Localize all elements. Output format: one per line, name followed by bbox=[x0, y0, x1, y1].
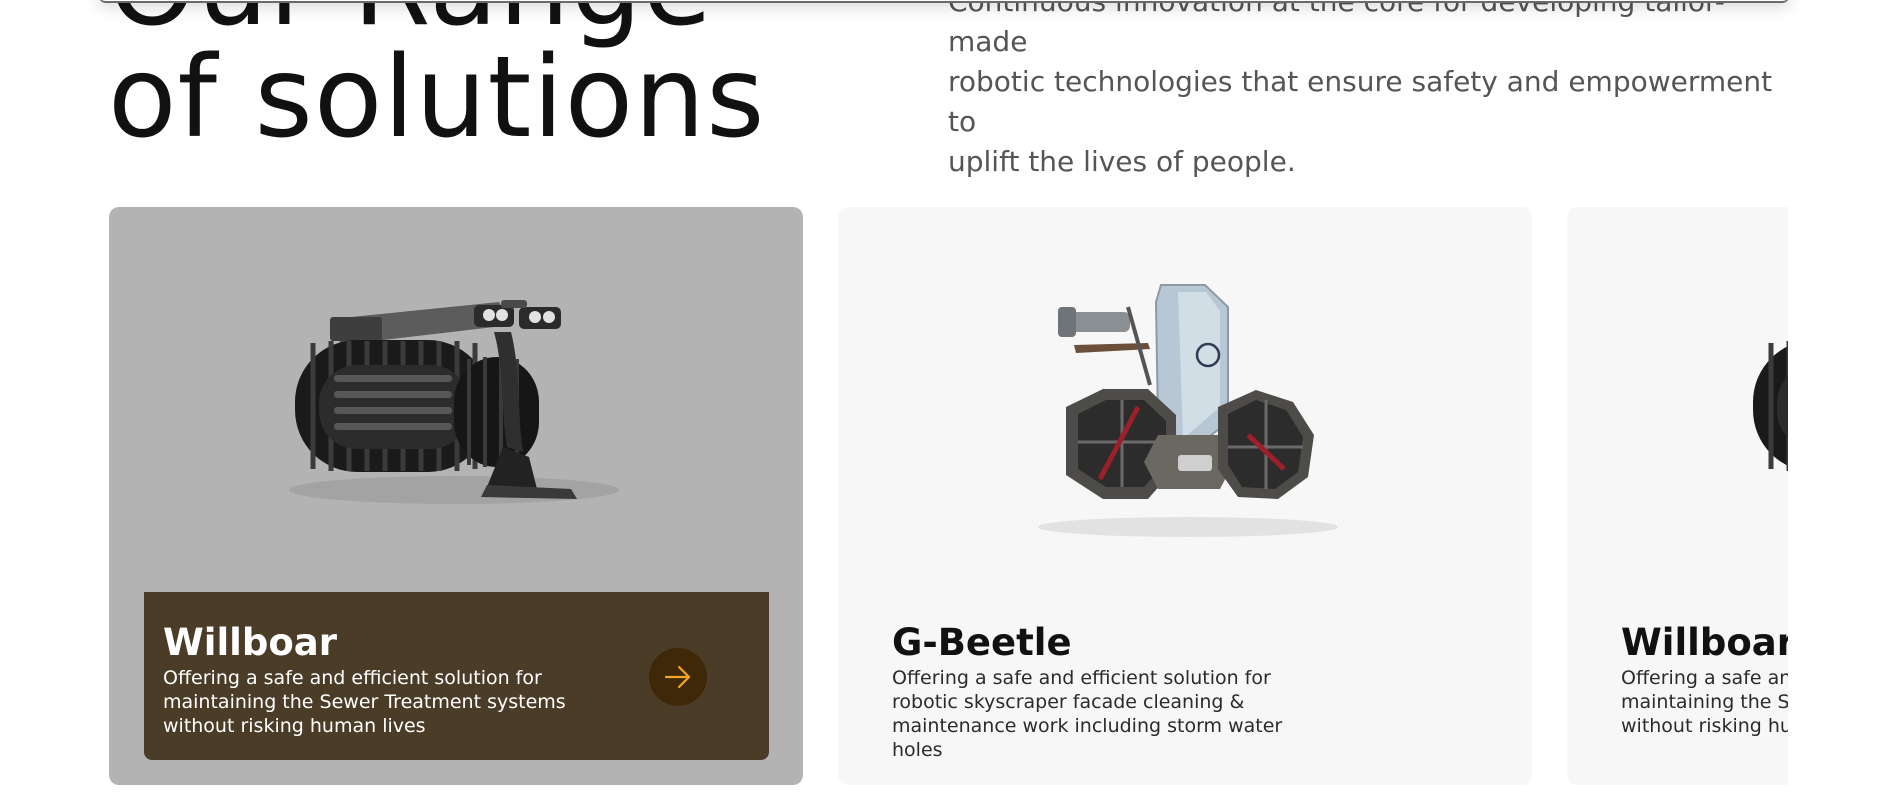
intro-line-1: Continuous innovation at the core for de… bbox=[948, 0, 1725, 58]
solution-card-g-beetle[interactable]: G-Beetle Offering a safe and efficient s… bbox=[838, 207, 1532, 785]
facade-cleaning-robot-image bbox=[1038, 284, 1338, 537]
solution-card-willboar-2[interactable]: Willboar Offering a safe and efficient s… bbox=[1567, 207, 1788, 785]
card-description-line-3: without risking human lives bbox=[163, 715, 426, 737]
card-title: G-Beetle bbox=[892, 621, 1072, 664]
arrow-right-icon bbox=[664, 665, 691, 689]
solutions-carousel: Willboar Offering a safe and efficient s… bbox=[109, 207, 1788, 787]
intro-line-2: robotic technologies that ensure safety … bbox=[948, 65, 1773, 138]
card-info-panel: G-Beetle Offering a safe and efficient s… bbox=[873, 592, 1498, 762]
headline-line-2: of solutions bbox=[108, 33, 766, 163]
card-info-panel: Willboar Offering a safe and efficient s… bbox=[1602, 592, 1788, 760]
card-description-line-1: Offering a safe and efficient solution f… bbox=[892, 667, 1271, 689]
card-description-line-3: without risking human lives bbox=[1621, 715, 1788, 737]
card-description: Offering a safe and efficient solution f… bbox=[1621, 666, 1788, 738]
card-arrow-button[interactable] bbox=[649, 648, 707, 706]
card-title: Willboar bbox=[1621, 621, 1788, 664]
card-title: Willboar bbox=[163, 621, 337, 664]
sewer-robot-image bbox=[289, 300, 619, 504]
section-intro: Continuous innovation at the core for de… bbox=[948, 0, 1798, 182]
card-description: Offering a safe and efficient solution f… bbox=[892, 666, 1312, 762]
card-info-panel: Willboar Offering a safe and efficient s… bbox=[144, 592, 769, 760]
solution-card-willboar[interactable]: Willboar Offering a safe and efficient s… bbox=[109, 207, 803, 785]
card-description-line-2: maintaining the Sewer Treatment systems bbox=[1621, 691, 1788, 713]
intro-line-3: uplift the lives of people. bbox=[948, 145, 1296, 178]
card-description-line-3: maintenance work including storm water h… bbox=[892, 715, 1283, 761]
card-description-line-2: maintaining the Sewer Treatment systems bbox=[163, 691, 566, 713]
sticky-nav-bar bbox=[98, 0, 1790, 3]
sewer-robot-image bbox=[1753, 341, 1788, 471]
card-description-line-2: robotic skyscraper facade cleaning & bbox=[892, 691, 1245, 713]
card-description-line-1: Offering a safe and efficient solution f… bbox=[163, 667, 542, 689]
card-description: Offering a safe and efficient solution f… bbox=[163, 666, 583, 738]
section-headline: Our Range of solutions bbox=[108, 0, 765, 154]
card-description-line-1: Offering a safe and efficient solution f… bbox=[1621, 667, 1788, 689]
